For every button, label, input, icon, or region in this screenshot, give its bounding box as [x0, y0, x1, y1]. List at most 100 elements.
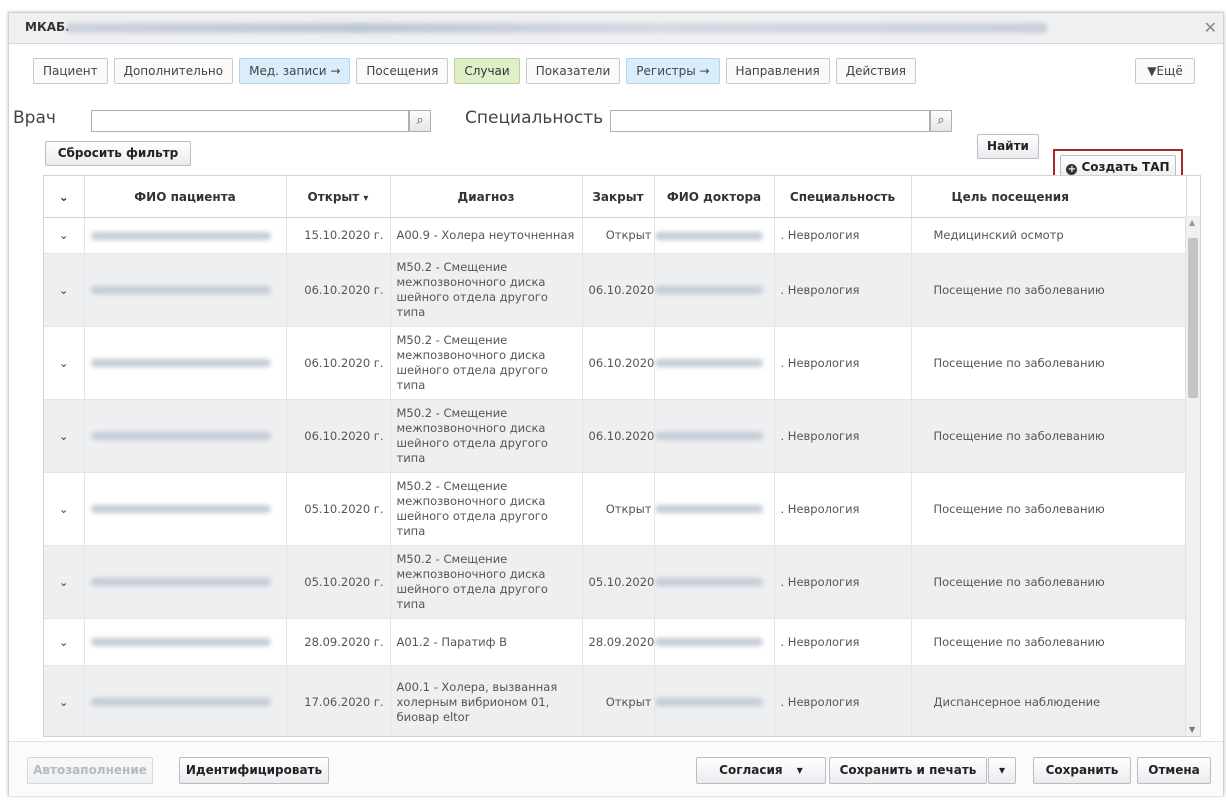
visit-purpose: Медицинский осмотр	[911, 217, 1187, 254]
visit-purpose: Посещение по заболеванию	[911, 545, 1187, 619]
close-icon[interactable]: ✕	[1204, 18, 1217, 37]
visit-purpose: Посещение по заболеванию	[911, 253, 1187, 327]
opened-date: 05.10.2020 г.	[286, 545, 391, 619]
col-specialty[interactable]: Специальность	[774, 176, 912, 218]
specialty: . Неврология	[774, 472, 912, 546]
table-row[interactable]: ⌄ 06.10.2020 г. M50.2 - Смещение межпозв…	[44, 253, 1187, 327]
visit-purpose: Посещение по заболеванию	[911, 472, 1187, 546]
tab-med-records[interactable]: Мед. записи →	[239, 58, 351, 84]
tab-indicators[interactable]: Показатели	[525, 58, 621, 84]
expand-row-icon[interactable]: ⌄	[44, 399, 85, 473]
table-row[interactable]: ⌄ 15.10.2020 г. A00.9 - Холера неуточнен…	[44, 217, 1187, 254]
tab-actions[interactable]: Действия	[835, 58, 916, 84]
visit-purpose: Посещение по заболеванию	[911, 326, 1187, 400]
scroll-down-icon[interactable]: ▼	[1189, 725, 1195, 734]
table-row[interactable]: ⌄ 06.10.2020 г. M50.2 - Смещение межпозв…	[44, 399, 1187, 473]
col-diagnosis[interactable]: Диагноз	[390, 176, 583, 218]
tab-patient[interactable]: Пациент	[33, 58, 108, 84]
tab-bar: Пациент Дополнительно Мед. записи → Посе…	[33, 58, 922, 84]
autofill-button[interactable]: Автозаполнение	[27, 757, 153, 784]
diagnosis: A00.9 - Холера неуточненная	[390, 217, 583, 254]
col-closed[interactable]: Закрыт	[582, 176, 655, 218]
specialty-search-icon[interactable]: ⌕	[930, 110, 952, 132]
closed-date: 06.10.2020 г.	[582, 253, 655, 327]
specialty-filter-input[interactable]	[610, 110, 930, 132]
doctor-name-redacted	[654, 665, 775, 736]
expand-row-icon[interactable]: ⌄	[44, 253, 85, 327]
doctor-name-redacted	[654, 472, 775, 546]
opened-date: 28.09.2020 г.	[286, 618, 391, 666]
table-row[interactable]: ⌄ 05.10.2020 г. M50.2 - Смещение межпозв…	[44, 545, 1187, 619]
scroll-thumb[interactable]	[1188, 238, 1198, 398]
doctor-filter-input[interactable]	[91, 110, 409, 132]
tab-registers[interactable]: Регистры →	[626, 58, 720, 84]
cancel-button[interactable]: Отмена	[1137, 757, 1211, 784]
col-patient-name[interactable]: ФИО пациента	[84, 176, 287, 218]
visit-purpose: Посещение по заболеванию	[911, 399, 1187, 473]
specialty: . Неврология	[774, 399, 912, 473]
col-doctor[interactable]: ФИО доктора	[654, 176, 775, 218]
chevron-down-icon: ▾	[796, 763, 803, 777]
table-row[interactable]: ⌄ 17.06.2020 г. A00.1 - Холера, вызванна…	[44, 665, 1187, 736]
diagnosis: A00.1 - Холера, вызванная холерным вибри…	[390, 665, 583, 736]
expand-row-icon[interactable]: ⌄	[44, 665, 85, 736]
doctor-name-redacted	[654, 545, 775, 619]
diagnosis: M50.2 - Смещение межпозвоночного диска ш…	[390, 326, 583, 400]
create-tap-label: Создать ТАП	[1081, 160, 1170, 174]
expand-row-icon[interactable]: ⌄	[44, 472, 85, 546]
specialty: . Неврология	[774, 665, 912, 736]
consents-label: Согласия	[719, 763, 783, 777]
closed-date: Открыт	[582, 217, 655, 254]
table-row[interactable]: ⌄ 28.09.2020 г. A01.2 - Паратиф B 28.09.…	[44, 618, 1187, 666]
doctor-name-redacted	[654, 618, 775, 666]
window-title: МКАБ.	[25, 20, 70, 34]
closed-date: 06.10.2020 г.	[582, 326, 655, 400]
diagnosis: M50.2 - Смещение межпозвоночного диска ш…	[390, 545, 583, 619]
expand-row-icon[interactable]: ⌄	[44, 217, 85, 254]
opened-date: 06.10.2020 г.	[286, 399, 391, 473]
footer-bar: Автозаполнение Идентифицировать Согласия…	[9, 741, 1223, 796]
closed-date: Открыт	[582, 665, 655, 736]
identify-button[interactable]: Идентифицировать	[179, 757, 329, 784]
expand-all-icon[interactable]: ⌄	[44, 176, 85, 218]
table-row[interactable]: ⌄ 05.10.2020 г. M50.2 - Смещение межпозв…	[44, 472, 1187, 546]
specialty: . Неврология	[774, 253, 912, 327]
tab-visits[interactable]: Посещения	[356, 58, 449, 84]
tab-referrals[interactable]: Направления	[725, 58, 830, 84]
consents-dropdown-button[interactable]: Согласия ▾	[696, 757, 826, 784]
specialty: . Неврология	[774, 217, 912, 254]
tab-cases[interactable]: Случаи	[454, 58, 520, 84]
patient-name-redacted	[84, 472, 287, 546]
diagnosis: A01.2 - Паратиф B	[390, 618, 583, 666]
col-opened[interactable]: Открыт ▾	[286, 176, 391, 218]
table-header: ⌄ ФИО пациента Открыт ▾ Диагноз Закрыт Ф…	[44, 176, 1187, 218]
specialty: . Неврология	[774, 545, 912, 619]
save-and-print-button[interactable]: Сохранить и печать	[829, 757, 987, 784]
opened-date: 06.10.2020 г.	[286, 326, 391, 400]
mkab-window: МКАБ. ✕ Пациент Дополнительно Мед. запис…	[8, 12, 1224, 796]
specialty: . Неврология	[774, 618, 912, 666]
diagnosis: M50.2 - Смещение межпозвоночного диска ш…	[390, 399, 583, 473]
doctor-name-redacted	[654, 253, 775, 327]
visit-purpose: Посещение по заболеванию	[911, 618, 1187, 666]
expand-row-icon[interactable]: ⌄	[44, 545, 85, 619]
tab-additional[interactable]: Дополнительно	[113, 58, 234, 84]
opened-date: 15.10.2020 г.	[286, 217, 391, 254]
table-row[interactable]: ⌄ 06.10.2020 г. M50.2 - Смещение межпозв…	[44, 326, 1187, 400]
doctor-name-redacted	[654, 399, 775, 473]
expand-row-icon[interactable]: ⌄	[44, 326, 85, 400]
scroll-up-icon[interactable]: ▲	[1189, 218, 1195, 227]
reset-filter-button[interactable]: Сбросить фильтр	[45, 141, 191, 166]
doctor-filter-label: Врач	[13, 108, 56, 128]
more-tabs-button[interactable]: ▼Ещё	[1135, 58, 1195, 84]
doctor-search-icon[interactable]: ⌕	[409, 110, 431, 132]
expand-row-icon[interactable]: ⌄	[44, 618, 85, 666]
col-visit-purpose[interactable]: Цель посещения	[911, 176, 1187, 218]
table-scrollbar[interactable]: ▲ ▼	[1185, 216, 1200, 736]
find-button[interactable]: Найти	[977, 134, 1039, 159]
doctor-name-redacted	[654, 326, 775, 400]
save-button[interactable]: Сохранить	[1033, 757, 1131, 784]
patient-name-redacted	[84, 326, 287, 400]
save-print-menu-icon[interactable]: ▾	[988, 757, 1016, 784]
col-opened-label: Открыт	[307, 189, 360, 204]
